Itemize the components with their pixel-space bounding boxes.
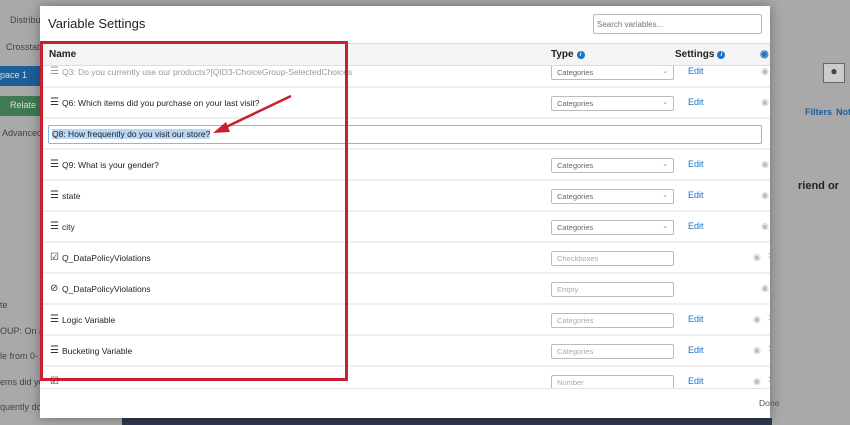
arrow-annotation bbox=[213, 94, 292, 133]
